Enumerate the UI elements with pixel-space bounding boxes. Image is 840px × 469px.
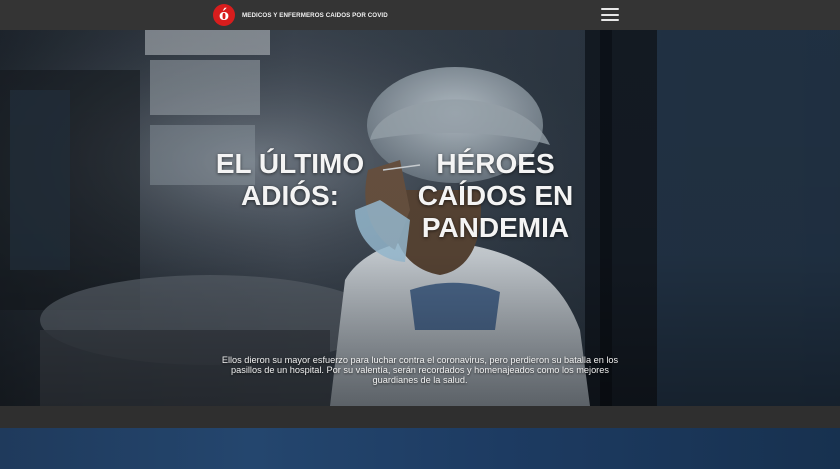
site-brand-link[interactable]: ó MEDICOS Y ENFERMEROS CAIDOS POR COVID xyxy=(213,3,388,27)
page: ó MEDICOS Y ENFERMEROS CAIDOS POR COVID xyxy=(0,0,840,469)
menu-line xyxy=(601,13,619,16)
menu-line xyxy=(601,8,619,10)
hero-description: Ellos dieron su mayor esfuerzo para luch… xyxy=(221,355,619,385)
hero-title-right: HÉROES CAÍDOS EN PANDEMIA xyxy=(417,148,574,243)
menu-line xyxy=(601,19,619,21)
next-section-preview xyxy=(0,428,840,469)
top-navigation-bar: ó MEDICOS Y ENFERMEROS CAIDOS POR COVID xyxy=(0,0,840,30)
hamburger-menu-icon[interactable] xyxy=(601,8,619,21)
hero-banner: EL ÚLTIMO ADIÓS: HÉROES CAÍDOS EN PANDEM… xyxy=(0,30,840,406)
hero-title-left: EL ÚLTIMO ADIÓS: xyxy=(215,148,365,211)
site-logo-icon: ó xyxy=(213,4,235,26)
site-title: MEDICOS Y ENFERMEROS CAIDOS POR COVID xyxy=(242,11,388,19)
logo-glyph: ó xyxy=(218,6,229,24)
section-divider xyxy=(0,406,840,428)
